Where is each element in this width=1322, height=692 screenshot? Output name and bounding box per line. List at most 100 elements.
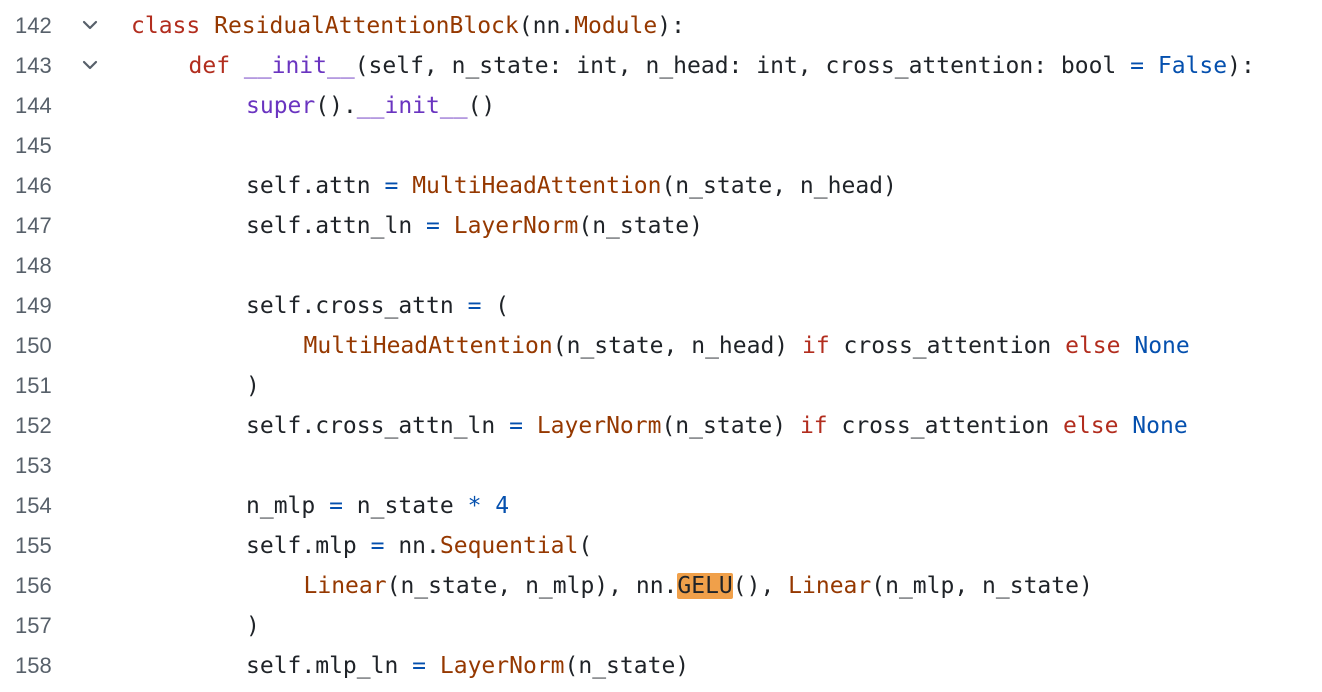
builtin-token: __init__ — [356, 93, 468, 119]
code-line: 154 n_mlp = n_state * 4 — [0, 486, 1322, 526]
code-token: (n_state, n_mlp), nn. — [386, 573, 678, 599]
class-name-token: Module — [574, 13, 658, 39]
code-token: self.cross_attn — [246, 293, 468, 319]
code-text: self.attn_ln = LayerNorm(n_state) — [246, 206, 703, 246]
code-token: cross_attention — [827, 413, 1064, 439]
line-number[interactable]: 147 — [15, 206, 75, 246]
code-token: ( — [578, 533, 593, 559]
code-text: super().__init__() — [246, 86, 495, 126]
code-line: 151) — [0, 366, 1322, 406]
line-number[interactable]: 152 — [15, 406, 75, 446]
keyword-token: if — [799, 413, 828, 439]
constant-token: = — [329, 493, 343, 519]
line-number[interactable]: 142 — [15, 6, 75, 46]
code-token: (n_state, n_head) — [661, 173, 897, 199]
constant-token: None — [1132, 413, 1188, 439]
code-token: (n_state, n_head) — [552, 333, 802, 359]
code-text: n_mlp = n_state * 4 — [246, 486, 509, 526]
line-number[interactable]: 158 — [15, 646, 75, 686]
code-token: () — [467, 93, 496, 119]
code-line: 147 self.attn_ln = LayerNorm(n_state) — [0, 206, 1322, 246]
code-token: ( — [481, 293, 510, 319]
line-number[interactable]: 154 — [15, 486, 75, 526]
code-token: ) — [246, 613, 260, 639]
code-token: (). — [315, 93, 357, 119]
code-line: 155 self.mlp = nn.Sequential( — [0, 526, 1322, 566]
code-token: (self, n_state: int, n_head: int, cross_… — [354, 53, 1131, 79]
keyword-token: def — [188, 53, 231, 79]
keyword-token: else — [1063, 413, 1119, 439]
constant-token: = — [370, 533, 385, 559]
code-text: self.cross_attn_ln = LayerNorm(n_state) … — [246, 406, 1188, 446]
code-token: n_mlp — [246, 493, 330, 519]
line-number[interactable]: 151 — [15, 366, 75, 406]
code-token: n_state — [342, 493, 468, 519]
constant-token: None — [1134, 333, 1190, 359]
code-line: 146 self.attn = MultiHeadAttention(n_stat… — [0, 166, 1322, 206]
code-text: self.attn = MultiHeadAttention(n_state, … — [246, 166, 897, 206]
code-token: ): — [1227, 53, 1255, 79]
code-token: (n_mlp, n_state) — [871, 573, 1093, 599]
constant-token: = — [509, 413, 523, 439]
code-text: ) — [246, 366, 260, 406]
code-line: 153 — [0, 446, 1322, 486]
line-number[interactable]: 144 — [15, 86, 75, 126]
keyword-token: class — [131, 13, 201, 39]
builtin-token: super — [246, 93, 316, 119]
code-line: 158 self.mlp_ln = LayerNorm(n_state) — [0, 646, 1322, 686]
code-line: 143 def __init__(self, n_state: int, n_he… — [0, 46, 1322, 86]
class-name-token: Sequential — [439, 533, 579, 559]
code-token: (nn. — [518, 13, 575, 39]
line-number[interactable]: 146 — [15, 166, 75, 206]
code-token: self.cross_attn_ln — [246, 413, 510, 439]
chevron-down-icon[interactable] — [80, 18, 100, 34]
code-line: 149 self.cross_attn = ( — [0, 286, 1322, 326]
chevron-down-icon[interactable] — [80, 58, 100, 74]
line-number[interactable]: 143 — [15, 46, 75, 86]
constant-token: = — [467, 293, 482, 319]
line-number[interactable]: 149 — [15, 286, 75, 326]
constant-token: * — [467, 493, 482, 519]
class-name-token: LayerNorm — [536, 413, 662, 439]
class-name-token: ResidualAttentionBlock — [214, 13, 519, 39]
code-token: ): — [657, 13, 685, 39]
code-line: 157) — [0, 606, 1322, 646]
code-text: def __init__(self, n_state: int, n_head:… — [189, 46, 1255, 86]
code-token: self.mlp_ln — [246, 653, 413, 679]
line-number[interactable]: 145 — [15, 126, 75, 166]
line-number[interactable]: 157 — [15, 606, 75, 646]
class-name-token: MultiHeadAttention — [303, 333, 553, 359]
code-line: 144 super().__init__() — [0, 86, 1322, 126]
line-number[interactable]: 148 — [15, 246, 75, 286]
code-token: (), — [732, 573, 789, 599]
constant-token: = — [412, 653, 427, 679]
code-text: ) — [246, 606, 260, 646]
line-number[interactable]: 153 — [15, 446, 75, 486]
code-token: (n_state) — [661, 413, 800, 439]
code-text: class ResidualAttentionBlock(nn.Module): — [131, 6, 685, 46]
code-view: 142 class ResidualAttentionBlock(nn.Modul… — [0, 0, 1322, 692]
constant-token: False — [1157, 53, 1228, 79]
code-text: self.cross_attn = ( — [246, 286, 509, 326]
class-name-token: LayerNorm — [453, 213, 579, 239]
constant-token: = — [426, 213, 440, 239]
line-number[interactable]: 155 — [15, 526, 75, 566]
code-token: self.attn_ln — [246, 213, 427, 239]
code-token: cross_attention — [829, 333, 1066, 359]
class-name-token: Linear — [788, 573, 872, 599]
code-token: self.attn — [246, 173, 385, 199]
line-number[interactable]: 150 — [15, 326, 75, 366]
keyword-token: if — [802, 333, 830, 359]
line-number[interactable]: 156 — [15, 566, 75, 606]
code-token: self.mlp — [246, 533, 371, 559]
keyword-token: else — [1065, 333, 1121, 359]
constant-token: = — [384, 173, 399, 199]
